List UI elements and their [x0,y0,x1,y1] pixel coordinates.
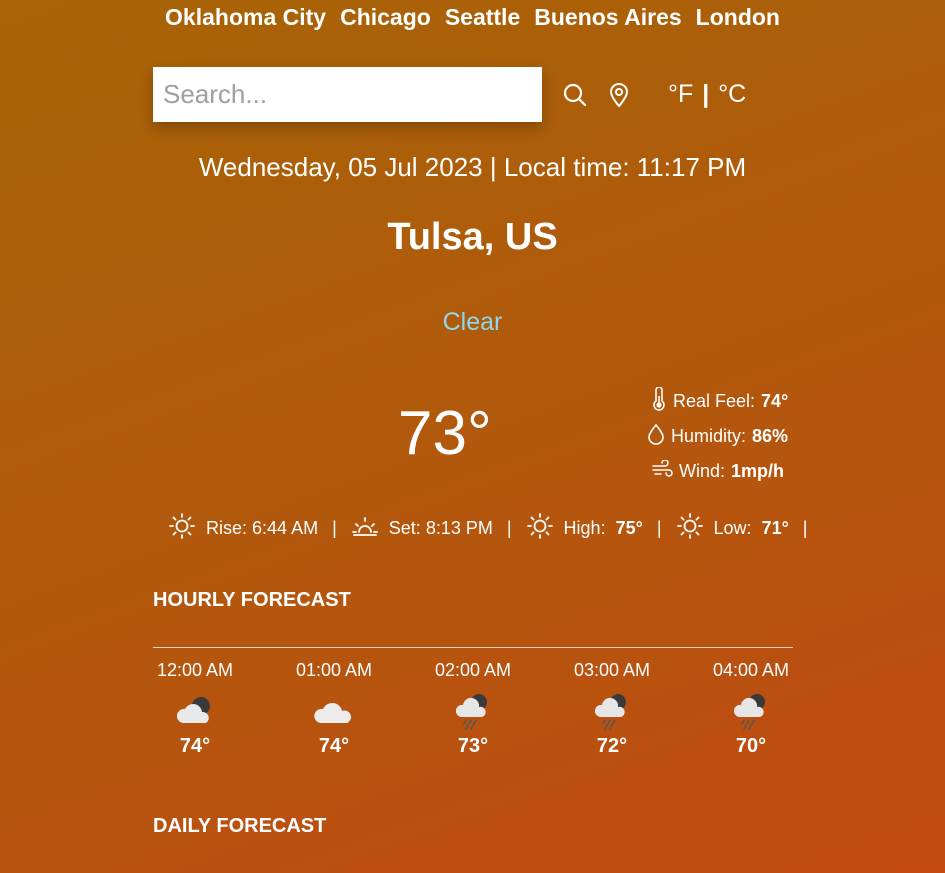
weather-condition: Clear [442,308,503,336]
city-link-chicago[interactable]: Chicago [340,4,431,31]
current-temperature: 73° [398,399,492,468]
hourly-forecast-title: HOURLY FORECAST [153,589,351,611]
city-link-oklahoma-city[interactable]: Oklahoma City [165,4,326,31]
separator: | [332,518,337,538]
wind-row: Wind: 1mp/h [645,454,788,489]
hour-time: 01:00 AM [295,660,373,680]
hourly-item: 03:00 AM 72° [567,658,657,758]
sun-icon [526,512,554,545]
hour-temp: 74° [318,735,350,757]
sunrise-value: 6:44 AM [252,518,319,538]
sun-icon [168,512,196,545]
hour-temp: 73° [457,735,489,757]
hourly-forecast: 12:00 AM 74° 01:00 AM 74° 02:00 AM 73° 0… [150,658,796,758]
search-icon[interactable] [562,82,588,108]
separator: | [656,518,662,538]
hour-temp: 72° [596,735,628,757]
sunset-icon [351,512,379,545]
wind-label: Wind: [679,461,726,481]
wind-value: 1mp/h [731,461,785,481]
unit-toggle: °F | °C [668,80,746,109]
real-feel-row: Real Feel: 74° [645,384,788,419]
fahrenheit-button[interactable]: °F [668,80,693,108]
unit-separator: | [702,80,710,108]
city-link-london[interactable]: London [696,4,780,31]
real-feel-label: Real Feel: [673,391,756,411]
sunset-label: Set: [388,518,421,538]
high-value: 75° [615,518,643,538]
rain-cloud-icon [729,689,773,733]
hourly-item: 04:00 AM 70° [706,658,796,758]
high-item: High: 75° [526,512,643,545]
sunset-item: Set: 8:13 PM [351,512,493,545]
local-datetime: Wednesday, 05 Jul 2023 | Local time: 11:… [198,152,747,182]
hourly-item: 12:00 AM 74° [150,658,240,758]
hour-time: 02:00 AM [434,660,512,680]
high-label: High: [563,518,606,538]
separator: | [506,518,512,538]
search-bar: °F | °C [153,67,793,122]
cloud-icon [312,689,356,733]
location-pin-icon[interactable] [608,82,630,108]
weather-details: Real Feel: 74° Humidity: 86% Wind: 1mp/h [645,384,788,489]
hourly-item: 01:00 AM 74° [289,658,379,758]
hour-time: 12:00 AM [156,660,234,680]
search-input[interactable] [153,67,542,122]
celsius-button[interactable]: °C [718,80,746,108]
low-value: 71° [761,518,789,538]
sun-summary: Rise: 6:44 AM | Set: 8:13 PM | High: 75°… [168,512,821,545]
cloud-moon-icon [173,689,217,733]
sunset-value: 8:13 PM [425,518,493,538]
low-item: Low: 71° [676,512,789,545]
hour-time: 04:00 AM [712,660,790,680]
low-label: Low: [713,518,752,538]
hourly-item: 02:00 AM 73° [428,658,518,758]
hour-temp: 70° [735,735,767,757]
sun-icon [676,512,704,545]
thermometer-icon [651,386,667,416]
humidity-row: Humidity: 86% [647,419,788,454]
sunrise-label: Rise: [206,518,248,538]
separator: | [802,518,808,538]
city-link-seattle[interactable]: Seattle [445,4,520,31]
rain-cloud-icon [590,689,634,733]
daily-forecast-title: DAILY FORECAST [153,815,327,837]
real-feel-value: 74° [761,391,789,411]
droplet-icon [647,423,665,450]
location-title: Tulsa, US [387,216,558,258]
sunrise-item: Rise: 6:44 AM [168,512,318,545]
humidity-label: Humidity: [671,426,747,446]
city-links: Oklahoma City Chicago Seattle Buenos Air… [0,4,945,31]
rain-cloud-icon [451,689,495,733]
wind-icon [651,459,673,483]
humidity-value: 86% [752,426,789,446]
hour-time: 03:00 AM [573,660,651,680]
city-link-buenos-aires[interactable]: Buenos Aires [534,4,681,31]
hour-temp: 74° [179,735,211,757]
divider [153,647,793,648]
